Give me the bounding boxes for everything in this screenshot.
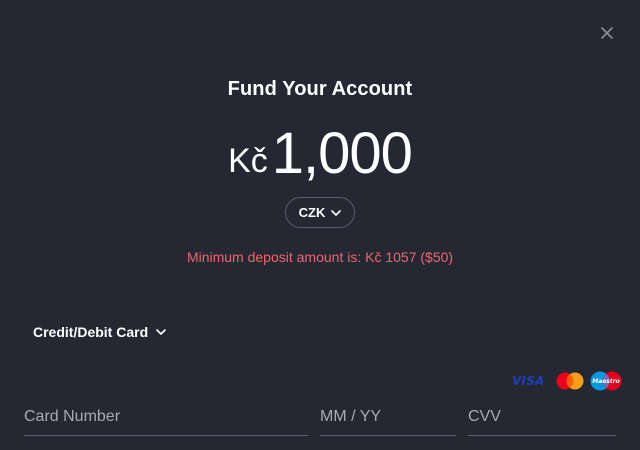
payment-method-dropdown[interactable]: Credit/Debit Card [33,322,166,342]
mastercard-logo-icon [556,372,584,390]
close-icon [601,27,613,39]
currency-code: CZK [298,205,326,220]
maestro-text: Maestro [593,378,621,385]
maestro-logo-icon: Maestro [590,371,622,391]
chevron-down-icon [331,209,342,216]
currency-dropdown[interactable]: CZK [285,197,355,228]
expiry-field[interactable] [320,398,456,436]
amount-value: 1,000 [271,121,413,186]
chevron-down-icon [156,329,166,335]
cvv-input[interactable] [468,398,616,435]
card-number-input[interactable] [24,398,308,435]
card-number-field[interactable] [24,398,308,436]
currency-symbol: Kč [228,142,268,180]
expiry-input[interactable] [320,398,456,435]
modal-title: Fund Your Account [227,78,413,100]
payment-method-label: Credit/Debit Card [33,324,149,340]
minimum-deposit-message: Minimum deposit amount is: Kč 1057 ($50) [186,249,454,265]
card-logos: VISA Maestro [512,371,622,391]
cvv-field[interactable] [468,398,616,436]
visa-logo: VISA [512,374,545,388]
deposit-amount[interactable]: Kč 1,000 [0,122,640,186]
close-button[interactable] [596,22,618,44]
